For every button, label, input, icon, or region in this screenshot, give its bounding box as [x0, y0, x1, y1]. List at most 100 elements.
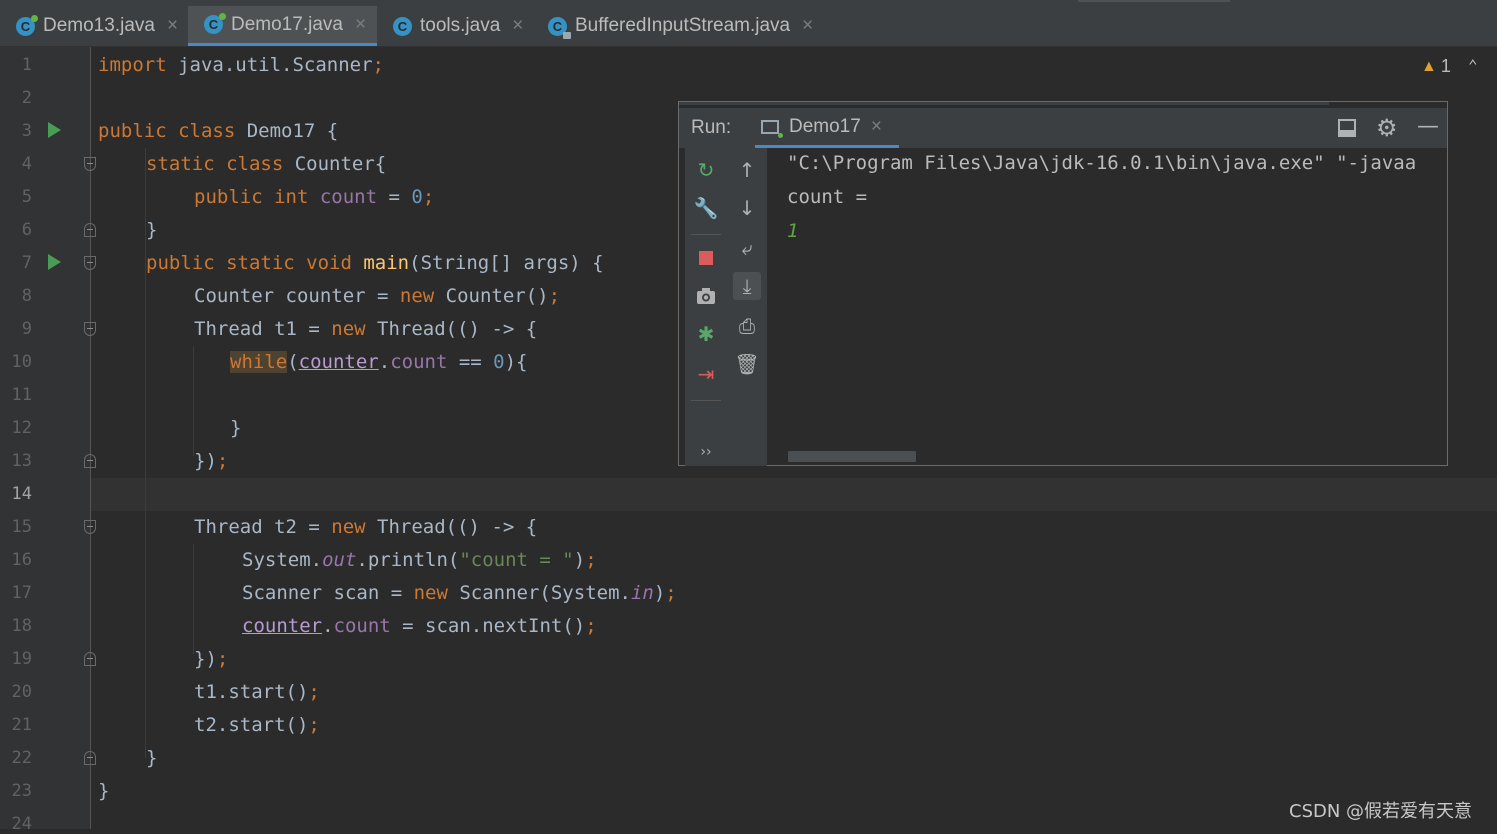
tab-demo13[interactable]: C Demo13.java ×: [0, 6, 186, 46]
line-number: 19: [11, 649, 32, 669]
horizontal-scrollbar[interactable]: [788, 451, 916, 462]
code-line-21[interactable]: t2.start();: [194, 709, 320, 742]
run-tab-demo17[interactable]: Demo17 ×: [755, 108, 899, 148]
fold-icon[interactable]: [84, 223, 96, 237]
run-gutter-icon[interactable]: [48, 254, 61, 270]
line-number: 1: [21, 55, 32, 75]
debug-bug-icon[interactable]: ✱: [692, 320, 720, 348]
line-number: 2: [21, 88, 32, 108]
arrow-up-icon[interactable]: ↑: [733, 156, 761, 184]
fold-icon[interactable]: [84, 454, 96, 468]
line-number: 4: [21, 154, 32, 174]
line-number: 18: [11, 616, 32, 636]
current-line-highlight: [0, 478, 1497, 511]
console-user-input[interactable]: 1: [787, 220, 798, 242]
close-icon[interactable]: ×: [355, 14, 366, 36]
close-icon[interactable]: ×: [512, 15, 523, 37]
sign-in-icon[interactable]: ⇥: [692, 360, 720, 388]
code-line-10[interactable]: while(counter.count == 0){: [230, 346, 528, 379]
console-output-line: count =: [787, 186, 879, 208]
fold-icon[interactable]: [84, 520, 96, 534]
scroll-to-end-icon[interactable]: ⤓: [733, 272, 761, 300]
line-number: 16: [11, 550, 32, 570]
java-class-icon: C: [393, 16, 412, 36]
run-toolbar-secondary: ↑ ↓ ⤶ ⤓ ⎙ 🗑: [727, 148, 767, 466]
run-tool-window: Run: Demo17 × ⚙ — ↻ 🔧 ✱ ⇥ ›› ↑ ↓ ⤶ ⤓ ⎙ 🗑…: [678, 101, 1448, 466]
tab-tools[interactable]: C tools.java ×: [377, 6, 532, 46]
code-line-3[interactable]: public class Demo17 {: [98, 115, 338, 148]
code-line-12[interactable]: }: [230, 412, 241, 445]
soft-wrap-icon[interactable]: ⤶: [733, 234, 761, 262]
trash-icon[interactable]: 🗑: [733, 350, 761, 378]
line-number: 20: [11, 682, 32, 702]
close-icon[interactable]: ×: [802, 15, 813, 37]
line-number: 21: [11, 715, 32, 735]
tab-label: Demo17.java: [231, 13, 343, 35]
arrow-down-icon[interactable]: ↓: [733, 194, 761, 222]
code-line-6[interactable]: }: [146, 214, 157, 247]
rerun-icon[interactable]: ↻: [692, 156, 720, 184]
fold-icon[interactable]: [84, 652, 96, 666]
layout-icon[interactable]: [1337, 118, 1357, 143]
close-icon[interactable]: ×: [167, 15, 178, 37]
line-number-current: 14: [11, 484, 32, 504]
tab-label: BufferedInputStream.java: [575, 15, 791, 36]
minimize-icon[interactable]: —: [1417, 114, 1439, 139]
line-number: 13: [11, 451, 32, 471]
code-line-23[interactable]: }: [98, 775, 109, 808]
line-number: 9: [21, 319, 32, 339]
line-number: 12: [11, 418, 32, 438]
inspection-warning-indicator[interactable]: ▲ 1: [1421, 56, 1451, 77]
line-number: 3: [21, 121, 32, 141]
line-number: 10: [11, 352, 32, 372]
line-number: 11: [11, 385, 32, 405]
tab-label: Demo13.java: [43, 15, 155, 36]
fold-icon[interactable]: [84, 256, 96, 270]
java-class-icon: C: [16, 14, 38, 36]
run-label: Run:: [691, 117, 732, 138]
gear-icon[interactable]: ⚙: [1376, 114, 1398, 142]
code-line-20[interactable]: t1.start();: [194, 676, 320, 709]
close-icon[interactable]: ×: [871, 116, 882, 138]
wrench-icon[interactable]: 🔧: [692, 194, 720, 222]
editor-tab-bar: C Demo13.java × C Demo17.java × C tools.…: [0, 0, 1497, 47]
code-line-1[interactable]: import java.util.Scanner;: [98, 49, 384, 82]
while-keyword-highlight: while: [230, 351, 288, 373]
code-line-19[interactable]: });: [194, 643, 228, 676]
line-number: 22: [11, 748, 32, 768]
warning-count: 1: [1440, 56, 1451, 76]
code-line-8[interactable]: Counter counter = new Counter();: [194, 280, 560, 313]
line-number: 5: [21, 187, 32, 207]
code-line-4[interactable]: static class Counter{: [146, 148, 386, 181]
code-line-9[interactable]: Thread t1 = new Thread(() -> {: [194, 313, 537, 346]
run-toolbar-primary: ↻ 🔧 ✱ ⇥ ››: [685, 148, 727, 466]
line-number: 6: [21, 220, 32, 240]
more-icon[interactable]: ››: [692, 438, 720, 466]
fold-icon[interactable]: [84, 322, 96, 336]
code-line-16[interactable]: System.out.println("count = ");: [242, 544, 597, 577]
line-number: 8: [21, 286, 32, 306]
code-line-5[interactable]: public int count = 0;: [194, 181, 434, 214]
run-gutter-icon[interactable]: [48, 122, 61, 138]
fold-icon[interactable]: [84, 157, 96, 171]
console-output-line: "C:\Program Files\Java\jdk-16.0.1\bin\ja…: [787, 152, 1417, 174]
camera-icon[interactable]: [692, 282, 720, 310]
run-panel-header: Run: Demo17 × ⚙ —: [679, 108, 1447, 148]
code-line-13[interactable]: });: [194, 445, 228, 478]
tab-demo17[interactable]: C Demo17.java ×: [188, 6, 377, 46]
stop-icon[interactable]: [692, 244, 720, 272]
java-class-icon: C: [204, 13, 226, 34]
line-number: 17: [11, 583, 32, 603]
code-line-17[interactable]: Scanner scan = new Scanner(System.in);: [242, 577, 677, 610]
line-number: 23: [11, 781, 32, 801]
java-class-readonly-icon: C: [548, 16, 571, 39]
code-line-15[interactable]: Thread t2 = new Thread(() -> {: [194, 511, 537, 544]
print-icon[interactable]: ⎙: [733, 312, 761, 340]
console-icon: [761, 119, 783, 138]
code-line-7[interactable]: public static void main(String[] args) {: [146, 247, 604, 280]
code-line-22[interactable]: }: [146, 742, 157, 775]
tab-bufferedinputstream[interactable]: C BufferedInputStream.java ×: [532, 6, 828, 46]
code-line-18[interactable]: counter.count = scan.nextInt();: [242, 610, 597, 643]
fold-icon[interactable]: [84, 751, 96, 765]
chevron-up-icon[interactable]: ⌃: [1468, 56, 1478, 75]
